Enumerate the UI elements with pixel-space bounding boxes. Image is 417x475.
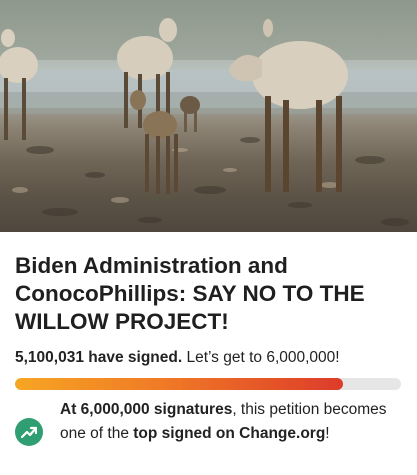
signature-goal: Let’s get to 6,000,000! [186,349,340,366]
caribou-scene-illustration [0,0,417,226]
petition-title: Biden Administration and ConocoPhillips:… [15,253,365,334]
signature-progress-bar [15,378,401,390]
trending-up-icon [15,418,43,446]
milestone-text-2: ! [325,425,330,442]
milestone-top-signed: top signed on Change.org [133,425,326,442]
signature-progress-fill [15,378,344,390]
milestone-goal: At 6,000,000 signatures [60,401,233,418]
milestone-message: At 6,000,000 signatures, this petition b… [60,398,390,446]
signature-status: 5,100,031 have signed. Let’s get to 6,00… [15,348,410,368]
signature-count: 5,100,031 have signed. [15,349,183,366]
hero-photo [0,0,417,232]
